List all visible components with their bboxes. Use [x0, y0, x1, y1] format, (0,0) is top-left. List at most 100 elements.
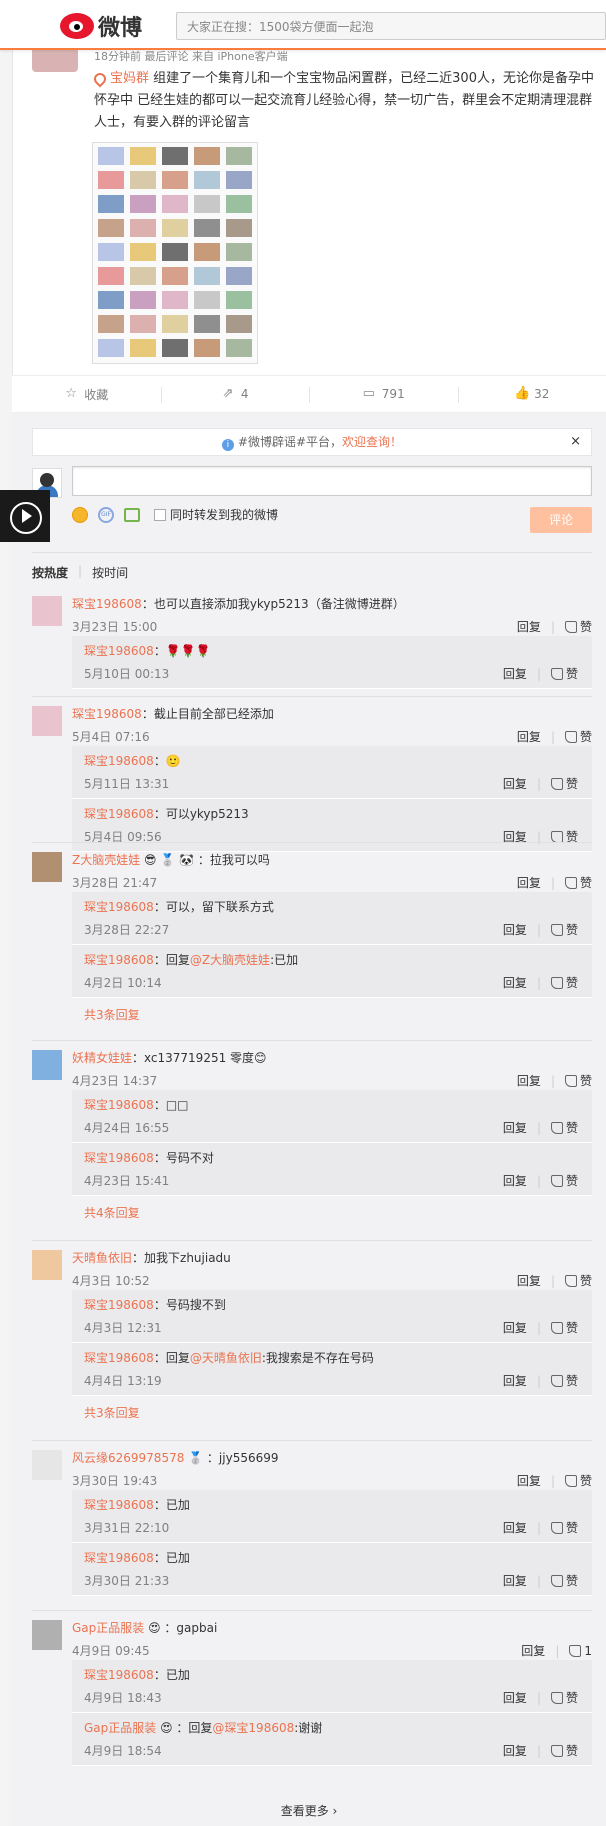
- more-replies-link[interactable]: 共3条回复: [84, 1006, 140, 1023]
- commenter-avatar[interactable]: [32, 596, 62, 626]
- like-comment-button[interactable]: 赞: [550, 1372, 578, 1389]
- reply-button[interactable]: 回复: [503, 921, 527, 938]
- image-thumbnail: [194, 291, 220, 309]
- like-comment-button[interactable]: 赞: [550, 1572, 578, 1589]
- video-play-icon[interactable]: [0, 490, 50, 542]
- like-comment-button[interactable]: 赞: [550, 665, 578, 682]
- reply-mention[interactable]: @天晴鱼依旧: [190, 1351, 262, 1365]
- sort-by-hot[interactable]: 按热度: [32, 564, 68, 581]
- commenter-name[interactable]: 琛宝198608: [72, 597, 142, 611]
- like-comment-button[interactable]: 赞: [550, 1319, 578, 1336]
- comment-text: 😎 🥈 🐼 ：拉我可以吗: [140, 853, 270, 867]
- reply-button[interactable]: 回复: [503, 1172, 527, 1189]
- reply-button[interactable]: 回复: [503, 1372, 527, 1389]
- commenter-name[interactable]: 琛宝198608: [72, 707, 142, 721]
- close-icon[interactable]: ×: [570, 429, 581, 455]
- like-comment-button[interactable]: 赞: [550, 1519, 578, 1536]
- gif-icon[interactable]: GIF: [98, 506, 114, 523]
- view-more-button[interactable]: 查看更多 ›: [12, 1802, 606, 1819]
- like-comment-button[interactable]: 赞: [564, 618, 592, 635]
- repost-button[interactable]: ⇗ 4: [160, 376, 310, 412]
- search-input[interactable]: 大家正在搜：1500袋方便面一起泡: [176, 12, 606, 40]
- more-replies-link[interactable]: 共4条回复: [84, 1204, 140, 1221]
- reply-button[interactable]: 回复: [503, 1319, 527, 1336]
- reply-button[interactable]: 回复: [503, 1689, 527, 1706]
- reply-user[interactable]: 琛宝198608: [84, 644, 154, 658]
- like-comment-button[interactable]: 赞: [550, 1742, 578, 1759]
- commenter-name[interactable]: 妖精女娃娃: [72, 1051, 132, 1065]
- like-comment-button[interactable]: 赞: [564, 1272, 592, 1289]
- forward-checkbox[interactable]: 同时转发到我的微博: [154, 506, 278, 523]
- reply-user[interactable]: 琛宝198608: [84, 900, 154, 914]
- reply-user[interactable]: 琛宝198608: [84, 807, 154, 821]
- reply-button[interactable]: 回复: [517, 1472, 541, 1489]
- submit-comment-button[interactable]: 评论: [530, 507, 592, 533]
- like-comment-button[interactable]: 赞: [550, 1689, 578, 1706]
- favorite-button[interactable]: ☆ 收藏: [12, 376, 161, 412]
- image-icon[interactable]: [124, 507, 140, 522]
- divider: [32, 1440, 592, 1441]
- post-image-grid[interactable]: [92, 142, 258, 364]
- sort-by-time[interactable]: 按时间: [92, 564, 128, 581]
- reply-user[interactable]: 琛宝198608: [84, 1151, 154, 1165]
- like-comment-button[interactable]: 赞: [550, 775, 578, 792]
- like-comment-button[interactable]: 赞: [564, 1472, 592, 1489]
- reply-button[interactable]: 回复: [503, 974, 527, 991]
- commenter-avatar[interactable]: [32, 1050, 62, 1080]
- commenter-avatar[interactable]: [32, 1620, 62, 1650]
- reply-button[interactable]: 回复: [503, 665, 527, 682]
- weibo-logo[interactable]: 微博: [60, 10, 142, 42]
- reply-user[interactable]: 琛宝198608: [84, 1668, 154, 1682]
- like-comment-button[interactable]: 赞: [564, 874, 592, 891]
- reply-mention[interactable]: @Z大脑壳娃娃: [190, 953, 270, 967]
- like-comment-button[interactable]: 赞: [550, 1119, 578, 1136]
- post-text: 组建了一个集育儿和一个宝宝物品闲置群，已经二近300人，无论你是备孕中 怀孕中 …: [94, 71, 594, 130]
- reply-mention[interactable]: @琛宝198608: [212, 1721, 294, 1735]
- reply-button[interactable]: 回复: [503, 1742, 527, 1759]
- like-comment-button[interactable]: 1: [569, 1644, 592, 1658]
- comment-input[interactable]: [72, 466, 592, 496]
- like-comment-button[interactable]: 赞: [564, 1072, 592, 1089]
- comment-button[interactable]: ▭ 791: [309, 376, 458, 412]
- checkbox[interactable]: [154, 508, 166, 521]
- reply-button[interactable]: 回复: [517, 874, 541, 891]
- reply-user[interactable]: 琛宝198608: [84, 953, 154, 967]
- reply-user[interactable]: 琛宝198608: [84, 1298, 154, 1312]
- notice-link[interactable]: 欢迎查询！: [342, 435, 402, 449]
- post-tag[interactable]: 宝妈群: [110, 71, 149, 86]
- like-comment-button[interactable]: 赞: [564, 728, 592, 745]
- reply-user[interactable]: 琛宝198608: [84, 1551, 154, 1565]
- commenter-avatar[interactable]: [32, 852, 62, 882]
- reply-user[interactable]: Gap正品服装: [84, 1721, 156, 1735]
- reply-item: 琛宝198608：回复@Z大脑壳娃娃:已加 4月2日 10:14 回复 | 赞: [72, 945, 592, 998]
- commenter-name[interactable]: 天晴鱼依旧: [72, 1251, 132, 1265]
- ops-separator: |: [536, 1173, 541, 1188]
- like-comment-button[interactable]: 赞: [550, 1172, 578, 1189]
- commenter-avatar[interactable]: [32, 1450, 62, 1480]
- commenter-avatar[interactable]: [32, 1250, 62, 1280]
- reply-user[interactable]: 琛宝198608: [84, 754, 154, 768]
- commenter-avatar[interactable]: [32, 706, 62, 736]
- reply-button[interactable]: 回复: [503, 1519, 527, 1536]
- reply-user[interactable]: 琛宝198608: [84, 1498, 154, 1512]
- reply-time: 5月11日 13:31: [84, 777, 170, 791]
- reply-button[interactable]: 回复: [521, 1642, 545, 1659]
- reply-button[interactable]: 回复: [503, 1572, 527, 1589]
- reply-button[interactable]: 回复: [517, 618, 541, 635]
- like-button[interactable]: 👍 32: [457, 376, 606, 412]
- reply-user[interactable]: 琛宝198608: [84, 1351, 154, 1365]
- reply-button[interactable]: 回复: [503, 1119, 527, 1136]
- reply-user[interactable]: 琛宝198608: [84, 1098, 154, 1112]
- reply-button[interactable]: 回复: [517, 1072, 541, 1089]
- reply-button[interactable]: 回复: [503, 775, 527, 792]
- reply-button[interactable]: 回复: [517, 728, 541, 745]
- more-replies-link[interactable]: 共3条回复: [84, 1404, 140, 1421]
- commenter-name[interactable]: Gap正品服装: [72, 1621, 144, 1635]
- emoji-icon[interactable]: [72, 506, 88, 523]
- reply-button[interactable]: 回复: [517, 1272, 541, 1289]
- like-comment-button[interactable]: 赞: [550, 921, 578, 938]
- commenter-name[interactable]: Z大脑壳娃娃: [72, 853, 140, 867]
- commenter-name[interactable]: 风云缘6269978578: [72, 1451, 184, 1465]
- like-comment-button[interactable]: 赞: [550, 974, 578, 991]
- thumbs-up-icon: [550, 1322, 563, 1334]
